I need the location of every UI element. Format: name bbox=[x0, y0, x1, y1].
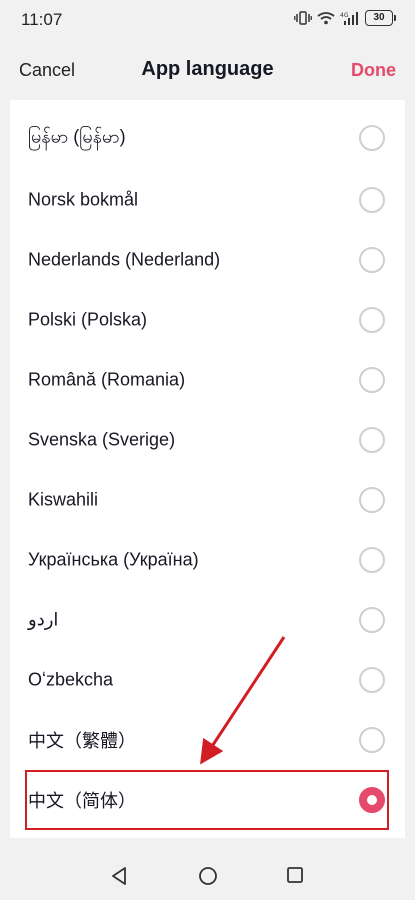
language-label: Polski (Polska) bbox=[28, 309, 148, 330]
radio-button[interactable] bbox=[359, 187, 385, 213]
radio-button-selected[interactable] bbox=[359, 787, 385, 813]
radio-button[interactable] bbox=[359, 547, 385, 573]
radio-button[interactable] bbox=[359, 667, 385, 693]
radio-button[interactable] bbox=[359, 487, 385, 513]
recents-square-icon[interactable] bbox=[286, 866, 304, 884]
language-label: မြန်မာ (မြန်မာ) bbox=[28, 126, 126, 147]
language-label: Norsk bokmål bbox=[28, 189, 139, 210]
radio-button[interactable] bbox=[359, 247, 385, 273]
radio-button[interactable] bbox=[359, 367, 385, 393]
language-row-polish[interactable]: Polski (Polska) bbox=[10, 290, 405, 350]
navigation-bar bbox=[0, 838, 415, 900]
language-label: Română (Romania) bbox=[28, 369, 186, 390]
home-circle-icon[interactable] bbox=[198, 866, 218, 886]
done-button[interactable]: Done bbox=[351, 60, 396, 81]
radio-button[interactable] bbox=[359, 727, 385, 753]
status-bar: 11:07 4G 30 bbox=[0, 0, 415, 42]
wifi-icon bbox=[317, 11, 335, 25]
language-row-romanian[interactable]: Română (Romania) bbox=[10, 350, 405, 410]
language-row-chinese-traditional[interactable]: 中文（繁體） bbox=[10, 710, 405, 770]
language-row-dutch[interactable]: Nederlands (Nederland) bbox=[10, 230, 405, 290]
4g-signal-icon: 4G bbox=[340, 11, 360, 25]
status-icons: 4G 30 bbox=[294, 10, 396, 26]
language-label: Oʻzbekcha bbox=[28, 669, 114, 690]
language-row-ukrainian[interactable]: Українська (Україна) bbox=[10, 530, 405, 590]
language-row-urdu[interactable]: اردو bbox=[10, 590, 405, 650]
language-label: 中文（繁體） bbox=[28, 731, 136, 751]
language-list: မြန်မာ (မြန်မာ) Norsk bokmål Nederlands … bbox=[10, 100, 405, 838]
back-triangle-icon[interactable] bbox=[110, 866, 128, 886]
radio-button[interactable] bbox=[359, 307, 385, 333]
language-label: Kiswahili bbox=[28, 489, 99, 510]
language-row-uzbek[interactable]: Oʻzbekcha bbox=[10, 650, 405, 710]
language-row-swahili[interactable]: Kiswahili bbox=[10, 470, 405, 530]
status-time: 11:07 bbox=[21, 10, 63, 29]
battery-icon: 30 bbox=[365, 10, 396, 26]
language-label: Українська (Україна) bbox=[28, 549, 199, 570]
vibrate-icon bbox=[294, 11, 312, 25]
svg-text:4G: 4G bbox=[340, 12, 349, 19]
language-row-swedish[interactable]: Svenska (Sverige) bbox=[10, 410, 405, 470]
language-label: Nederlands (Nederland) bbox=[28, 249, 221, 270]
language-label: اردو bbox=[28, 609, 59, 630]
radio-button[interactable] bbox=[359, 427, 385, 453]
language-label: Svenska (Sverige) bbox=[28, 429, 176, 450]
app-language-screen: 11:07 4G 30 Cancel App language Done မြန… bbox=[0, 0, 415, 900]
language-label: 中文（简体） bbox=[28, 791, 136, 811]
language-row-chinese-simplified[interactable]: 中文（简体） bbox=[10, 770, 405, 830]
radio-button[interactable] bbox=[359, 607, 385, 633]
radio-button[interactable] bbox=[359, 125, 385, 151]
language-row-burmese[interactable]: မြန်မာ (မြန်မာ) bbox=[10, 108, 405, 168]
language-row-norwegian[interactable]: Norsk bokmål bbox=[10, 170, 405, 230]
header: Cancel App language Done bbox=[0, 42, 415, 100]
